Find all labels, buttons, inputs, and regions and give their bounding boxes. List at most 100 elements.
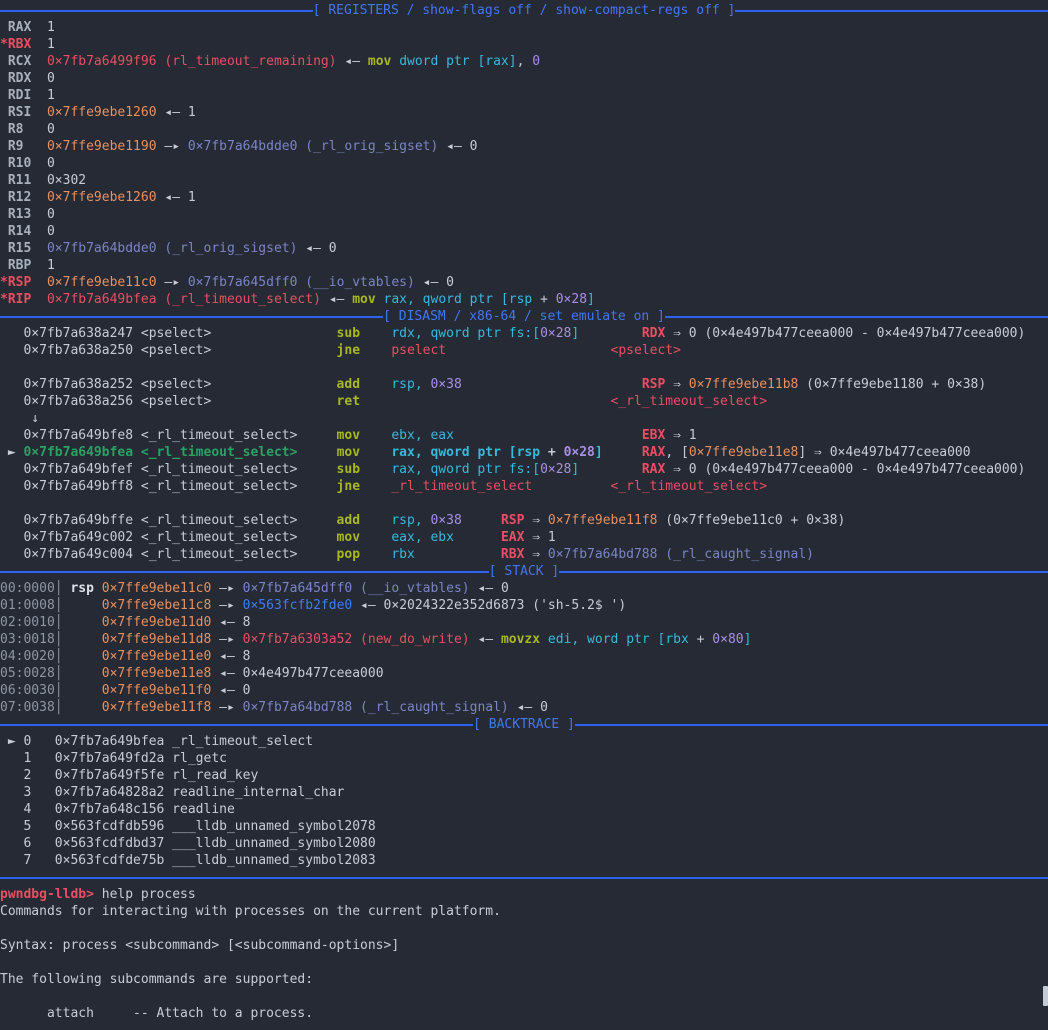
disasm-segment bbox=[360, 513, 391, 528]
disasm-segment: sub bbox=[337, 462, 360, 477]
registers-segment bbox=[31, 275, 47, 290]
registers-segment: 0 bbox=[532, 54, 540, 69]
disasm-segment bbox=[360, 377, 391, 392]
disasm-segment: ⇒ bbox=[665, 377, 688, 392]
terminal-segment: The following subcommands are supported: bbox=[0, 972, 313, 987]
registers-segment: R14 bbox=[0, 224, 31, 239]
pwndbg-terminal[interactable]: [ REGISTERS / show-flags off / show-comp… bbox=[0, 0, 1048, 1030]
disasm-row-4: 0×7fb7a638a256 <pselect> ret <_rl_timeou… bbox=[0, 393, 1048, 410]
disasm-segment: 0×7fb7a638a247 <pselect> bbox=[0, 326, 337, 341]
scrollbar-thumb[interactable] bbox=[1043, 986, 1048, 1006]
disasm-segment: pselect bbox=[391, 343, 446, 358]
disasm-segment: jne bbox=[337, 479, 360, 494]
registers-segment: *RSP bbox=[0, 275, 31, 290]
stack-segment bbox=[540, 632, 548, 647]
registers-segment: rax, qword ptr [rsp bbox=[384, 292, 533, 307]
disasm-segment: 0×38 bbox=[430, 377, 461, 392]
registers-segment: RDI bbox=[0, 88, 31, 103]
stack-header-label: [ STACK ] bbox=[489, 563, 559, 580]
registers-segment bbox=[31, 292, 47, 307]
stack-segment bbox=[63, 649, 102, 664]
disasm-segment: _rl_timeout_select bbox=[391, 479, 532, 494]
disasm-segment: RAX bbox=[642, 462, 665, 477]
registers-segment: R13 bbox=[0, 207, 31, 222]
stack-segment: 0×7ffe9ebe11c8 bbox=[102, 598, 212, 613]
disasm-segment: ⇒ bbox=[524, 513, 547, 528]
disasm-segment: 0×7fb7a649bfea <_rl_timeout_select> bbox=[23, 445, 297, 460]
backtrace-segment: 5 0×563fcdfdb596 ___lldb_unnamed_symbol2… bbox=[0, 819, 376, 834]
registers-row-9: R11 0×302 bbox=[0, 172, 1048, 189]
disasm-segment: add bbox=[337, 377, 360, 392]
registers-row-6: R8 0 bbox=[0, 121, 1048, 138]
registers-row-11: R13 0 bbox=[0, 206, 1048, 223]
stack-segment: 0×7fb7a6303a52 (new_do_write) bbox=[243, 632, 470, 647]
registers-segment: mov bbox=[368, 54, 391, 69]
registers-segment: *RIP bbox=[0, 292, 31, 307]
disasm-segment: 0×38 bbox=[430, 513, 461, 528]
registers-segment: R9 bbox=[0, 139, 23, 154]
terminal-row-1: Commands for interacting with processes … bbox=[0, 903, 1048, 920]
registers-segment: *RBX bbox=[0, 37, 31, 52]
registers-segment: 0×302 bbox=[31, 173, 86, 188]
disasm-segment bbox=[360, 428, 391, 443]
disasm-segment: <pselect> bbox=[611, 343, 681, 358]
disasm-segment: ⇒ bbox=[524, 547, 547, 562]
registers-segment: RSI bbox=[0, 105, 31, 120]
header-rule bbox=[665, 316, 1048, 318]
disasm-row-3: 0×7fb7a638a252 <pselect> add rsp, 0×38 R… bbox=[0, 376, 1048, 393]
disasm-segment: rsp, bbox=[391, 513, 430, 528]
disasm-segment: 0×7fb7a649bfef <_rl_timeout_select> bbox=[0, 462, 337, 477]
terminal-row-3: Syntax: process <subcommand> [<subcomman… bbox=[0, 937, 1048, 954]
registers-segment: 0×28 bbox=[556, 292, 587, 307]
disasm-header-label: [ DISASM / x86-64 / set emulate on ] bbox=[383, 308, 665, 325]
disasm-row-2 bbox=[0, 359, 1048, 376]
backtrace-row-4: 4 0×7fb7a648c156 readline bbox=[0, 801, 1048, 818]
header-rule bbox=[0, 877, 1048, 879]
header-rule bbox=[575, 724, 1048, 726]
disasm-segment: RSP bbox=[642, 377, 665, 392]
disasm-row-8: 0×7fb7a649bfef <_rl_timeout_select> sub … bbox=[0, 461, 1048, 478]
disasm-segment: rdx, qword ptr fs:[ bbox=[391, 326, 540, 341]
registers-segment: 0×7fb7a645dff0 (__io_vtables) bbox=[188, 275, 415, 290]
stack-row-2: 02:0010│ 0×7ffe9ebe11d0 ◂— 8 bbox=[0, 614, 1048, 631]
disasm-segment bbox=[454, 530, 501, 545]
disasm-segment: 0×7ffe9ebe11e8 bbox=[689, 445, 799, 460]
disasm-segment: ] bbox=[595, 445, 603, 460]
disasm-segment: 0×7fb7a649bfe8 <_rl_timeout_select> bbox=[0, 428, 337, 443]
stack-segment bbox=[63, 683, 102, 698]
stack-section-header: [ STACK ] bbox=[0, 563, 1048, 580]
disasm-segment: mov bbox=[337, 530, 360, 545]
registers-segment: 0 bbox=[31, 207, 54, 222]
disasm-segment bbox=[360, 530, 391, 545]
backtrace-row-1: 1 0×7fb7a649fd2a rl_getc bbox=[0, 750, 1048, 767]
registers-row-16: *RIP 0×7fb7a649bfea (_rl_timeout_select)… bbox=[0, 291, 1048, 308]
stack-segment: —▸ bbox=[211, 632, 242, 647]
registers-segment bbox=[31, 105, 47, 120]
disasm-segment: RBX bbox=[501, 547, 524, 562]
stack-segment: 06:0030│ bbox=[0, 683, 63, 698]
registers-segment: 0 bbox=[31, 71, 54, 86]
header-rule bbox=[0, 571, 489, 573]
registers-row-5: RSI 0×7ffe9ebe1260 ◂— 1 bbox=[0, 104, 1048, 121]
disasm-segment: ⇒ 0 (0×4e497b477ceea000 - 0×4e497b477cee… bbox=[665, 326, 1025, 341]
registers-segment bbox=[31, 54, 47, 69]
registers-segment: 0×7fb7a64bdde0 (_rl_orig_sigset) bbox=[188, 139, 438, 154]
disasm-row-6: 0×7fb7a649bfe8 <_rl_timeout_select> mov … bbox=[0, 427, 1048, 444]
terminal-row-4 bbox=[0, 954, 1048, 971]
backtrace-row-6: 6 0×563fcdfdbd37 ___lldb_unnamed_symbol2… bbox=[0, 835, 1048, 852]
stack-segment: 02:0010│ bbox=[0, 615, 63, 630]
disasm-segment: <_rl_timeout_select> bbox=[610, 394, 767, 409]
disasm-row-7: ► 0×7fb7a649bfea <_rl_timeout_select> mo… bbox=[0, 444, 1048, 461]
backtrace-row-5: 5 0×563fcdfdb596 ___lldb_unnamed_symbol2… bbox=[0, 818, 1048, 835]
terminal-segment: attach -- Attach to a process. bbox=[0, 1006, 313, 1021]
stack-segment: 0×7ffe9ebe11e0 bbox=[102, 649, 212, 664]
terminal-segment: help process bbox=[94, 887, 196, 902]
stack-segment bbox=[94, 581, 102, 596]
stack-segment: ◂— 0 bbox=[470, 581, 509, 596]
disasm-segment: ⇒ 0 (0×4e497b477ceea000 - 0×4e497b477cee… bbox=[665, 462, 1025, 477]
stack-segment bbox=[63, 632, 102, 647]
terminal-segment: Syntax: process <subcommand> [<subcomman… bbox=[0, 938, 399, 953]
registers-segment: ◂— bbox=[321, 292, 352, 307]
stack-segment: ◂— bbox=[470, 632, 501, 647]
registers-segment: 0×7ffe9ebe1190 bbox=[47, 139, 157, 154]
